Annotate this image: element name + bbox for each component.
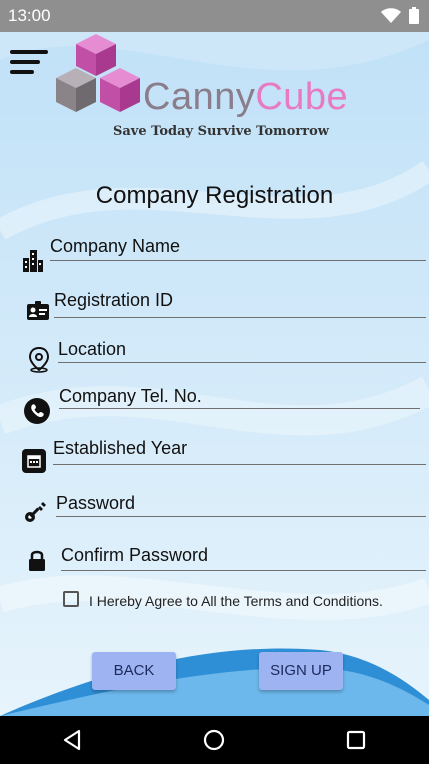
field-underline	[56, 516, 426, 517]
recents-square-icon[interactable]	[346, 730, 366, 750]
field-underline	[50, 260, 426, 261]
menu-icon[interactable]	[10, 48, 48, 78]
established-year-label: Established Year	[53, 438, 188, 458]
field-underline	[54, 317, 426, 318]
registration-id-field[interactable]: Registration ID	[54, 290, 426, 320]
wifi-icon	[381, 7, 401, 23]
company-name-field[interactable]: Company Name	[50, 236, 426, 262]
brand-part-canny: Canny	[143, 76, 256, 118]
home-circle-icon[interactable]	[203, 729, 225, 751]
building-icon	[23, 250, 43, 272]
id-card-icon	[27, 301, 49, 320]
established-year-field[interactable]: Established Year	[53, 438, 426, 466]
location-label: Location	[58, 339, 127, 359]
terms-label: I Hereby Agree to All the Terms and Cond…	[89, 593, 383, 609]
status-bar: 13:00	[0, 0, 429, 32]
key-icon	[25, 502, 46, 522]
navigation-bar	[0, 716, 429, 764]
terms-checkbox[interactable]	[63, 591, 79, 607]
lock-icon	[29, 550, 45, 571]
back-triangle-icon[interactable]	[62, 729, 82, 751]
status-time: 13:00	[8, 6, 51, 25]
field-underline	[61, 570, 426, 571]
cannycube-logo-icon	[56, 34, 140, 112]
phone-icon	[24, 398, 50, 424]
field-underline	[59, 408, 420, 409]
password-field[interactable]: Password	[56, 493, 426, 519]
status-icons	[381, 7, 419, 24]
back-button[interactable]: BACK	[92, 652, 176, 690]
field-underline	[58, 362, 426, 363]
company-name-label: Company Name	[50, 236, 181, 256]
page-title: Company Registration	[95, 182, 334, 209]
field-underline	[53, 464, 426, 465]
confirm-password-field[interactable]: Confirm Password	[61, 545, 426, 573]
brand-part-cube: Cube	[255, 76, 349, 118]
location-field[interactable]: Location	[58, 339, 426, 365]
sign-up-button[interactable]: SIGN UP	[259, 652, 343, 690]
confirm-password-label: Confirm Password	[61, 545, 209, 565]
tagline: Save Today Survive Tomorrow	[113, 124, 329, 139]
battery-icon	[409, 7, 419, 24]
registration-id-label: Registration ID	[54, 290, 174, 310]
location-pin-icon	[28, 347, 50, 373]
calendar-icon	[22, 449, 46, 473]
brand-name: CannyCube	[143, 76, 348, 119]
password-label: Password	[56, 493, 136, 513]
company-tel-field[interactable]: Company Tel. No.	[59, 386, 420, 412]
company-tel-label: Company Tel. No.	[59, 386, 202, 406]
